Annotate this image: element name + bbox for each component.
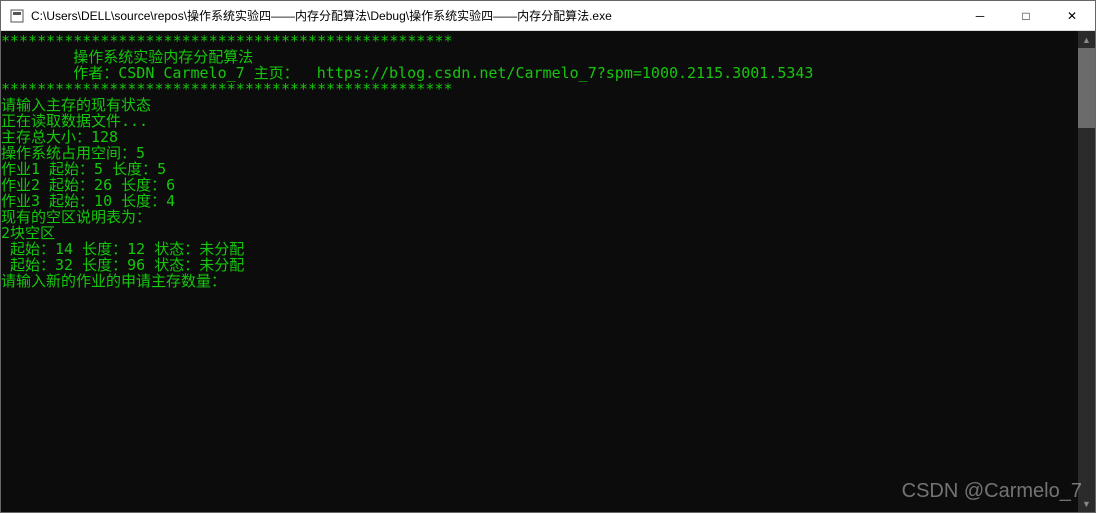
- close-icon: ✕: [1067, 9, 1077, 23]
- maximize-icon: □: [1022, 9, 1029, 23]
- scrollbar[interactable]: ▲ ▼: [1078, 31, 1095, 512]
- scroll-down-icon[interactable]: ▼: [1078, 495, 1095, 512]
- close-button[interactable]: ✕: [1049, 1, 1095, 31]
- app-icon: [9, 8, 25, 24]
- scroll-up-icon[interactable]: ▲: [1078, 31, 1095, 48]
- window: C:\Users\DELL\source\repos\操作系统实验四——内存分配…: [0, 0, 1096, 513]
- minimize-button[interactable]: ─: [957, 1, 1003, 31]
- console-area: ****************************************…: [1, 31, 1095, 512]
- titlebar[interactable]: C:\Users\DELL\source\repos\操作系统实验四——内存分配…: [1, 1, 1095, 31]
- window-title: C:\Users\DELL\source\repos\操作系统实验四——内存分配…: [31, 7, 957, 24]
- maximize-button[interactable]: □: [1003, 1, 1049, 31]
- console-output[interactable]: ****************************************…: [1, 31, 1078, 512]
- scroll-thumb[interactable]: [1078, 48, 1095, 128]
- minimize-icon: ─: [976, 9, 985, 23]
